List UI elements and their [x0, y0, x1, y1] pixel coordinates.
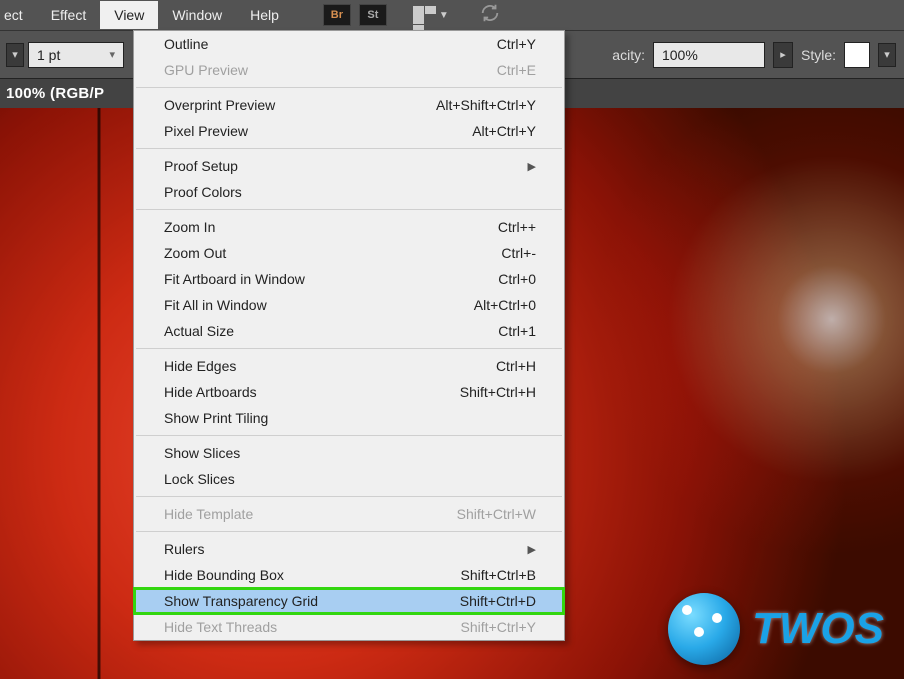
menu-item-label: Fit Artboard in Window: [164, 271, 305, 287]
style-label: Style:: [801, 47, 836, 63]
menu-item-hide-bounding-box[interactable]: Hide Bounding Box Shift+Ctrl+B: [134, 562, 564, 588]
menu-item-shortcut: Shift+Ctrl+D: [460, 593, 536, 609]
opacity-value: 100%: [662, 47, 698, 63]
chevron-down-icon: ▾: [109, 48, 115, 61]
menu-item-zoom-out[interactable]: Zoom Out Ctrl+-: [134, 240, 564, 266]
menu-item-hide-artboards[interactable]: Hide Artboards Shift+Ctrl+H: [134, 379, 564, 405]
watermark-bubble-icon: [668, 593, 740, 665]
menu-item-label: Outline: [164, 36, 208, 52]
style-dropdown-caret[interactable]: ▾: [878, 43, 896, 67]
menu-effect-partial[interactable]: ect: [4, 1, 37, 29]
menu-item-proof-setup[interactable]: Proof Setup ▶: [134, 153, 564, 179]
menu-item-hide-edges[interactable]: Hide Edges Ctrl+H: [134, 353, 564, 379]
menu-item-label: GPU Preview: [164, 62, 248, 78]
fill-dropdown-caret[interactable]: ▾: [6, 43, 24, 67]
menu-item-overprint-preview[interactable]: Overprint Preview Alt+Shift+Ctrl+Y: [134, 92, 564, 118]
menu-item-proof-colors[interactable]: Proof Colors: [134, 179, 564, 205]
menu-separator: [136, 531, 562, 532]
menu-help[interactable]: Help: [236, 1, 293, 29]
workspace-switcher-icon[interactable]: [413, 6, 437, 24]
menu-item-shortcut: Ctrl+H: [496, 358, 536, 374]
chevron-right-icon: ▶: [528, 543, 536, 556]
menu-item-label: Hide Bounding Box: [164, 567, 284, 583]
menu-item-shortcut: Ctrl+-: [501, 245, 536, 261]
menu-item-gpu-preview: GPU Preview Ctrl+E: [134, 57, 564, 83]
watermark: TWOS: [668, 593, 884, 665]
menu-item-shortcut: Ctrl+Y: [497, 36, 536, 52]
menu-item-shortcut: Alt+Shift+Ctrl+Y: [436, 97, 536, 113]
watermark-text: TWOS: [752, 604, 884, 654]
menu-item-show-transparency-grid[interactable]: Show Transparency Grid Shift+Ctrl+D: [134, 588, 564, 614]
menu-view[interactable]: View: [100, 1, 158, 29]
menu-item-zoom-in[interactable]: Zoom In Ctrl++: [134, 214, 564, 240]
menu-item-label: Lock Slices: [164, 471, 235, 487]
menu-item-shortcut: Ctrl+1: [498, 323, 536, 339]
menu-item-shortcut: Alt+Ctrl+0: [474, 297, 536, 313]
menu-item-shortcut: Shift+Ctrl+B: [461, 567, 536, 583]
menu-item-hide-template: Hide Template Shift+Ctrl+W: [134, 501, 564, 527]
menu-item-shortcut: Ctrl+0: [498, 271, 536, 287]
menubar-icons: Br St ▼: [323, 2, 501, 29]
menu-item-fit-artboard-in-window[interactable]: Fit Artboard in Window Ctrl+0: [134, 266, 564, 292]
menu-item-fit-all-in-window[interactable]: Fit All in Window Alt+Ctrl+0: [134, 292, 564, 318]
menu-item-shortcut: Shift+Ctrl+Y: [461, 619, 536, 635]
menu-item-shortcut: Ctrl+E: [497, 62, 536, 78]
menu-item-label: Show Print Tiling: [164, 410, 268, 426]
menu-item-pixel-preview[interactable]: Pixel Preview Alt+Ctrl+Y: [134, 118, 564, 144]
menu-item-label: Rulers: [164, 541, 204, 557]
menu-item-label: Zoom Out: [164, 245, 226, 261]
menu-item-label: Proof Colors: [164, 184, 242, 200]
menu-effect[interactable]: Effect: [37, 1, 101, 29]
menu-item-label: Hide Artboards: [164, 384, 257, 400]
menu-item-show-print-tiling[interactable]: Show Print Tiling: [134, 405, 564, 431]
menu-separator: [136, 209, 562, 210]
menu-item-label: Fit All in Window: [164, 297, 267, 313]
opacity-flyout-caret[interactable]: ▸: [773, 42, 793, 68]
stroke-weight-field[interactable]: 1 pt ▾: [28, 42, 124, 68]
menu-item-rulers[interactable]: Rulers ▶: [134, 536, 564, 562]
menu-separator: [136, 496, 562, 497]
view-dropdown-menu: Outline Ctrl+Y GPU Preview Ctrl+E Overprint …: [133, 30, 565, 641]
chevron-down-icon[interactable]: ▼: [439, 10, 449, 21]
opacity-label: acity:: [612, 47, 645, 63]
document-tab-title[interactable]: 100% (RGB/P: [0, 85, 110, 102]
menu-item-label: Show Slices: [164, 445, 240, 461]
menu-item-show-slices[interactable]: Show Slices: [134, 440, 564, 466]
menu-separator: [136, 348, 562, 349]
menu-item-shortcut: Ctrl++: [498, 219, 536, 235]
menu-window[interactable]: Window: [158, 1, 236, 29]
menu-item-label: Zoom In: [164, 219, 215, 235]
menu-separator: [136, 148, 562, 149]
menu-item-label: Hide Text Threads: [164, 619, 277, 635]
menubar: ect Effect View Window Help Br St ▼: [0, 0, 904, 30]
menu-item-shortcut: Shift+Ctrl+W: [457, 506, 536, 522]
menu-item-label: Proof Setup: [164, 158, 238, 174]
menu-item-outline[interactable]: Outline Ctrl+Y: [134, 31, 564, 57]
chevron-right-icon: ▶: [528, 160, 536, 173]
menu-item-label: Show Transparency Grid: [164, 593, 318, 609]
menu-item-label: Pixel Preview: [164, 123, 248, 139]
menu-item-hide-text-threads: Hide Text Threads Shift+Ctrl+Y: [134, 614, 564, 640]
menu-item-actual-size[interactable]: Actual Size Ctrl+1: [134, 318, 564, 344]
sync-settings-icon[interactable]: [479, 2, 501, 29]
vertical-guide[interactable]: [98, 108, 100, 679]
menu-item-lock-slices[interactable]: Lock Slices: [134, 466, 564, 492]
menu-item-shortcut: Shift+Ctrl+H: [460, 384, 536, 400]
menu-item-label: Hide Edges: [164, 358, 236, 374]
menu-separator: [136, 435, 562, 436]
bridge-icon[interactable]: Br: [323, 4, 351, 26]
menu-item-shortcut: Alt+Ctrl+Y: [472, 123, 536, 139]
opacity-field[interactable]: 100%: [653, 42, 765, 68]
menu-separator: [136, 87, 562, 88]
graphic-style-swatch[interactable]: [844, 42, 870, 68]
stroke-weight-value: 1 pt: [37, 47, 60, 63]
menu-item-label: Overprint Preview: [164, 97, 275, 113]
menu-item-label: Actual Size: [164, 323, 234, 339]
menu-item-label: Hide Template: [164, 506, 253, 522]
stock-icon[interactable]: St: [359, 4, 387, 26]
